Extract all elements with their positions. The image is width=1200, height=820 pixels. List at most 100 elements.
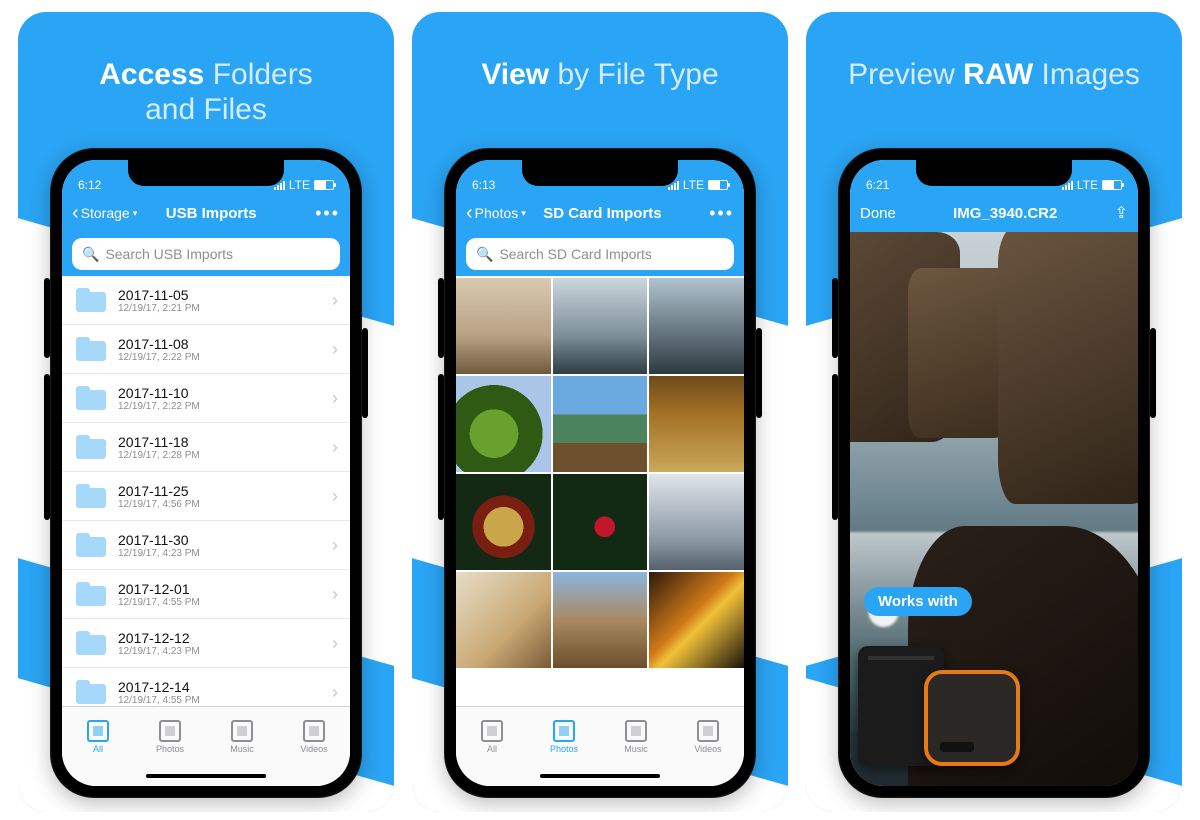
folder-row[interactable]: 2017-12-0112/19/17, 4:55 PM›	[62, 570, 350, 619]
works-with-badge: Works with	[864, 587, 972, 616]
more-button[interactable]: •••	[709, 203, 734, 224]
folder-date: 12/19/17, 4:23 PM	[118, 548, 332, 559]
photo-thumb[interactable]	[649, 376, 744, 472]
nav-title: USB Imports	[113, 205, 309, 222]
folder-icon	[76, 582, 106, 606]
compatible-devices	[858, 646, 1020, 766]
tab-videos[interactable]: Videos	[672, 707, 744, 766]
tab-bar: AllPhotos Music Videos	[62, 706, 350, 766]
folder-icon	[76, 680, 106, 704]
folder-row[interactable]: 2017-11-2512/19/17, 4:56 PM›	[62, 472, 350, 521]
network-label: LTE	[683, 178, 704, 192]
folder-icon	[76, 435, 106, 459]
chevron-right-icon: ›	[332, 290, 338, 311]
tab-icon	[231, 720, 253, 742]
tab-label: All	[487, 744, 497, 754]
chevron-right-icon: ›	[332, 339, 338, 360]
folder-date: 12/19/17, 4:23 PM	[118, 646, 332, 657]
tab-label: Music	[624, 744, 648, 754]
folder-list[interactable]: 2017-11-0512/19/17, 2:21 PM›2017-11-0812…	[62, 276, 350, 706]
photo-thumb[interactable]	[456, 376, 551, 472]
phone-notch	[128, 160, 284, 186]
battery-icon	[1102, 180, 1122, 190]
panel-title: Preview RAW Images	[826, 12, 1162, 148]
tab-all[interactable]: All	[456, 707, 528, 766]
photo-thumb[interactable]	[553, 572, 648, 668]
folder-row[interactable]: 2017-11-1812/19/17, 2:28 PM›	[62, 423, 350, 472]
folder-name: 2017-11-30	[118, 532, 332, 548]
folder-row[interactable]: 2017-11-0512/19/17, 2:21 PM›	[62, 276, 350, 325]
network-label: LTE	[1077, 178, 1098, 192]
folder-row[interactable]: 2017-12-1412/19/17, 4:55 PM›	[62, 668, 350, 706]
folder-icon	[76, 484, 106, 508]
folder-icon	[76, 631, 106, 655]
home-indicator	[456, 766, 744, 786]
tab-icon	[303, 720, 325, 742]
search-placeholder: Search USB Imports	[105, 246, 233, 262]
tab-label: Videos	[300, 744, 327, 754]
ssd-icon	[924, 670, 1020, 766]
tab-all[interactable]: All	[62, 707, 134, 766]
tab-icon	[553, 720, 575, 742]
folder-row[interactable]: 2017-11-3012/19/17, 4:23 PM›	[62, 521, 350, 570]
nav-bar: ‹ Storage ▾ USB Imports •••	[62, 194, 350, 232]
chevron-right-icon: ›	[332, 633, 338, 654]
folder-date: 12/19/17, 2:28 PM	[118, 450, 332, 461]
photo-thumb[interactable]	[649, 278, 744, 374]
phone-mockup: 6:13 LTE ‹ Photos ▾ SD Card Imports •••	[444, 148, 756, 798]
folder-name: 2017-12-14	[118, 679, 332, 695]
folder-date: 12/19/17, 4:55 PM	[118, 597, 332, 608]
photo-thumb[interactable]	[456, 572, 551, 668]
status-time: 6:12	[78, 178, 101, 192]
folder-row[interactable]: 2017-11-1012/19/17, 2:22 PM›	[62, 374, 350, 423]
done-button[interactable]: Done	[860, 205, 896, 222]
photo-thumb[interactable]	[553, 474, 648, 570]
photo-thumb[interactable]	[649, 572, 744, 668]
folder-name: 2017-12-12	[118, 630, 332, 646]
chevron-right-icon: ›	[332, 437, 338, 458]
phone-notch	[522, 160, 678, 186]
tab-photos[interactable]: Photos	[528, 707, 600, 766]
tab-music[interactable]: Music	[600, 707, 672, 766]
panel-title: Access Foldersand Files	[77, 12, 334, 148]
tab-videos[interactable]: Videos	[278, 707, 350, 766]
folder-date: 12/19/17, 2:21 PM	[118, 303, 332, 314]
search-input[interactable]: 🔍 Search USB Imports	[72, 238, 340, 270]
photo-grid	[456, 276, 744, 706]
phone-notch	[916, 160, 1072, 186]
tab-music[interactable]: Music	[206, 707, 278, 766]
battery-icon	[314, 180, 334, 190]
chevron-right-icon: ›	[332, 388, 338, 409]
panel-title: View by File Type	[459, 12, 740, 148]
folder-date: 12/19/17, 4:55 PM	[118, 695, 332, 706]
nav-bar: ‹ Photos ▾ SD Card Imports •••	[456, 194, 744, 232]
tab-icon	[87, 720, 109, 742]
status-time: 6:13	[472, 178, 495, 192]
folder-date: 12/19/17, 2:22 PM	[118, 401, 332, 412]
raw-preview[interactable]: Works with	[850, 232, 1138, 786]
search-icon: 🔍	[476, 246, 493, 263]
network-label: LTE	[289, 178, 310, 192]
tab-photos[interactable]: Photos	[134, 707, 206, 766]
folder-row[interactable]: 2017-12-1212/19/17, 4:23 PM›	[62, 619, 350, 668]
chevron-right-icon: ›	[332, 584, 338, 605]
photo-thumb[interactable]	[649, 474, 744, 570]
photo-thumb[interactable]	[456, 474, 551, 570]
photo-thumb[interactable]	[553, 278, 648, 374]
folder-date: 12/19/17, 2:22 PM	[118, 352, 332, 363]
chevron-right-icon: ›	[332, 535, 338, 556]
more-button[interactable]: •••	[315, 203, 340, 224]
tab-label: Videos	[694, 744, 721, 754]
photo-thumb[interactable]	[456, 278, 551, 374]
phone-mockup: 6:12 LTE ‹ Storage ▾ USB Imports ••• 🔍	[50, 148, 362, 798]
search-placeholder: Search SD Card Imports	[499, 246, 652, 262]
promo-panel-2: View by File Type 6:13 LTE ‹ Photos ▾ SD…	[412, 12, 788, 812]
search-input[interactable]: 🔍 Search SD Card Imports	[466, 238, 734, 270]
folder-name: 2017-11-10	[118, 385, 332, 401]
status-time: 6:21	[866, 178, 889, 192]
share-button[interactable]: ⇪	[1115, 203, 1128, 223]
tab-label: Photos	[550, 744, 578, 754]
photo-thumb[interactable]	[553, 376, 648, 472]
folder-row[interactable]: 2017-11-0812/19/17, 2:22 PM›	[62, 325, 350, 374]
tab-label: Music	[230, 744, 254, 754]
